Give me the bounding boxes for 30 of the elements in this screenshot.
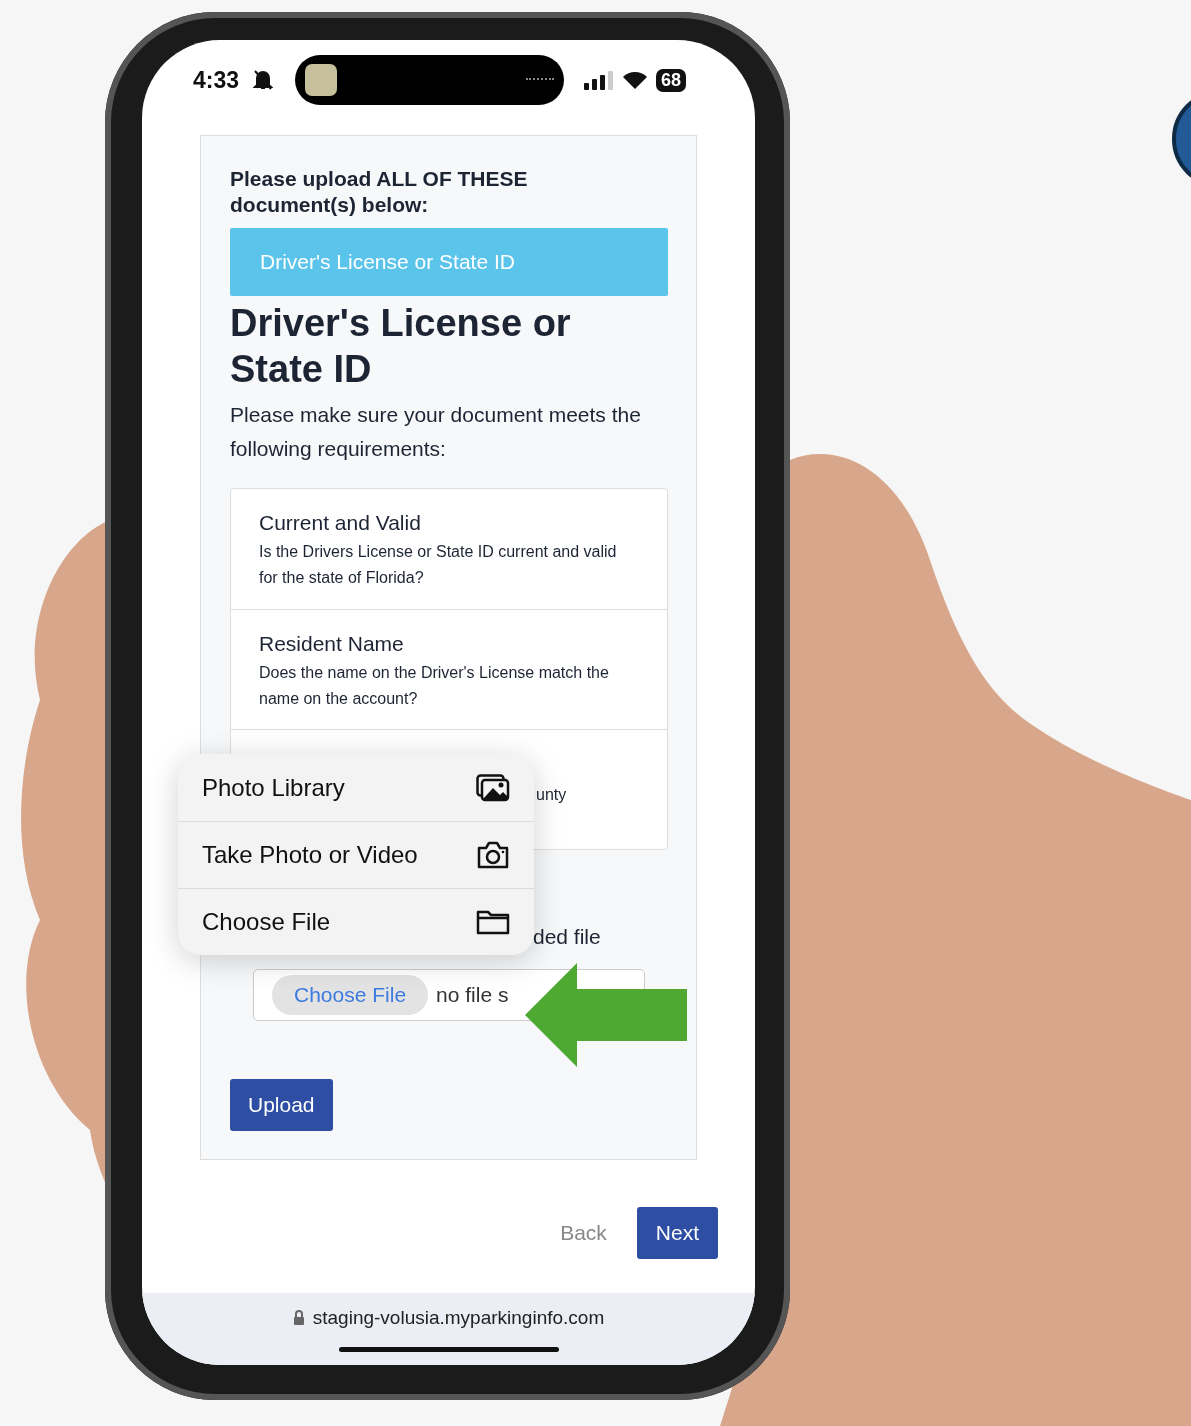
- signal-icon: [584, 70, 615, 90]
- file-status: no file s: [436, 983, 509, 1007]
- upload-button[interactable]: Upload: [230, 1079, 333, 1131]
- menu-item[interactable]: Photo Library: [178, 754, 534, 821]
- requirement-description: Does the name on the Driver's License match the name on the account?: [259, 663, 610, 709]
- menu-item[interactable]: Take Photo or Video: [178, 821, 534, 888]
- url-text: staging-volusia.myparkinginfo.com: [312, 1307, 605, 1329]
- requirement-title: Current and Valid: [259, 511, 422, 535]
- url-bar[interactable]: staging-volusia.myparkinginfo.com: [142, 1293, 755, 1365]
- requirement-description: unty: [536, 785, 567, 805]
- requirement-title: Resident Name: [259, 632, 405, 656]
- next-button[interactable]: Next: [636, 1207, 718, 1259]
- folder-icon: [476, 909, 510, 935]
- upload-label: ded file: [533, 925, 602, 949]
- instruction-text: Please upload ALL OF THESE document(s) below:: [230, 166, 529, 218]
- back-button[interactable]: Back: [554, 1220, 613, 1246]
- intro-text: Please make sure your document meets the following requirements:: [230, 402, 642, 462]
- photos-icon: [476, 773, 510, 802]
- requirement-description: Is the Drivers License or State ID current and valid for the state of Florida?: [259, 542, 618, 588]
- waveform-icon: [526, 78, 555, 82]
- document-banner: Driver's License or State ID: [230, 228, 668, 296]
- bell-muted-icon: [253, 69, 274, 91]
- document-heading: Driver's License or State ID: [230, 301, 572, 392]
- status-time: 4:33: [193, 66, 240, 94]
- wifi-icon: [622, 70, 649, 90]
- lock-icon: [292, 1310, 305, 1326]
- album-art-placeholder: [305, 64, 338, 96]
- battery-level: 68: [656, 68, 687, 92]
- menu-item[interactable]: Choose File: [178, 888, 534, 955]
- camera-icon: [476, 841, 510, 869]
